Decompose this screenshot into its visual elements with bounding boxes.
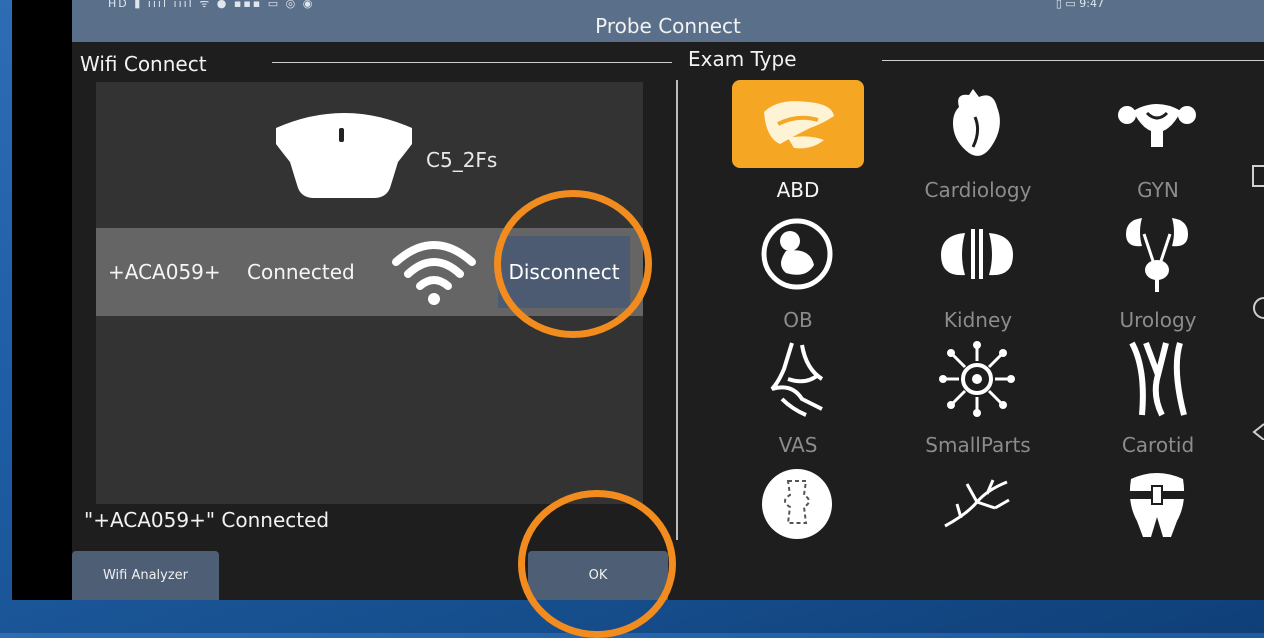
- exam-type-kidney[interactable]: Kidney: [892, 210, 1052, 340]
- network-state: Connected: [247, 260, 355, 284]
- bladder-icon: [1092, 210, 1222, 298]
- liver-icon: [732, 80, 864, 168]
- exam-type-label: Kidney: [943, 308, 1013, 332]
- heart-icon: [912, 80, 1042, 168]
- exam-type-vas[interactable]: VAS: [712, 335, 872, 465]
- exam-type-joint[interactable]: [712, 460, 872, 540]
- exam-type-urology[interactable]: Urology: [1072, 210, 1232, 340]
- exam-type-gyn[interactable]: GYN: [1072, 80, 1232, 210]
- fetus-icon: [732, 210, 862, 298]
- probe-name: C5_2Fs: [426, 148, 498, 172]
- exam-type-abd[interactable]: ABD: [712, 80, 872, 210]
- exam-type-label: Cardiology: [924, 178, 1032, 202]
- exam-type-label: GYN: [1137, 178, 1179, 202]
- network-ssid: +ACA059+: [108, 260, 221, 284]
- exam-type-label: SmallParts: [925, 433, 1031, 457]
- exam-type-ob[interactable]: OB: [712, 210, 872, 340]
- exam-section-label: Exam Type: [688, 47, 797, 71]
- tooth-icon: [1092, 460, 1222, 540]
- highlight-ring-ok: [518, 490, 676, 638]
- exam-type-dental[interactable]: [1072, 460, 1232, 540]
- probe-icon: [276, 113, 412, 198]
- exam-type-carotid[interactable]: Carotid: [1072, 335, 1232, 465]
- exam-type-label: Urology: [1119, 308, 1197, 332]
- title-bar: HD ▮ ıııl ıııl ᯤ ● ▪▪▪ ▭ ◎ ◉ ▯ ▭ 9:47 Pr…: [72, 0, 1264, 42]
- carotid-icon: [1092, 335, 1222, 423]
- probe-connect-dialog: HD ▮ ıııl ıııl ᯤ ● ▪▪▪ ▭ ◎ ◉ ▯ ▭ 9:47 Pr…: [72, 0, 1264, 600]
- exam-type-smallparts[interactable]: SmallParts: [892, 335, 1052, 465]
- exam-type-label: VAS: [778, 433, 818, 457]
- dialog-title: Probe Connect: [595, 14, 741, 38]
- wifi-section-label: Wifi Connect: [80, 52, 207, 76]
- uterus-icon: [1092, 80, 1222, 168]
- exam-type-cardiology[interactable]: Cardiology: [892, 80, 1052, 210]
- status-icons: HD ▮ ıııl ıııl ᯤ ● ▪▪▪ ▭ ◎ ◉: [108, 0, 315, 10]
- nerve-icon: [912, 460, 1042, 540]
- joint-icon: [732, 460, 862, 540]
- wifi-signal-icon: [392, 241, 476, 305]
- wifi-analyzer-button[interactable]: Wifi Analyzer: [72, 551, 219, 600]
- system-nav: [1252, 160, 1264, 444]
- wifi-section-divider: [272, 62, 672, 63]
- exam-section-divider: [882, 60, 1264, 61]
- exam-type-label: Carotid: [1121, 433, 1195, 457]
- smallparts-icon: [912, 335, 1042, 423]
- exam-type-label: OB: [783, 308, 813, 332]
- status-clock: ▯ ▭ 9:47: [1055, 0, 1104, 10]
- highlight-ring-disconnect: [494, 190, 652, 338]
- kidney-icon: [912, 210, 1042, 298]
- vessels-icon: [732, 335, 862, 423]
- panel-divider: [676, 80, 678, 540]
- exam-type-label: ABD: [776, 178, 820, 202]
- connection-status-message: "+ACA059+" Connected: [84, 508, 330, 532]
- device-bezel: [12, 0, 72, 600]
- exam-type-nerve[interactable]: [892, 460, 1052, 540]
